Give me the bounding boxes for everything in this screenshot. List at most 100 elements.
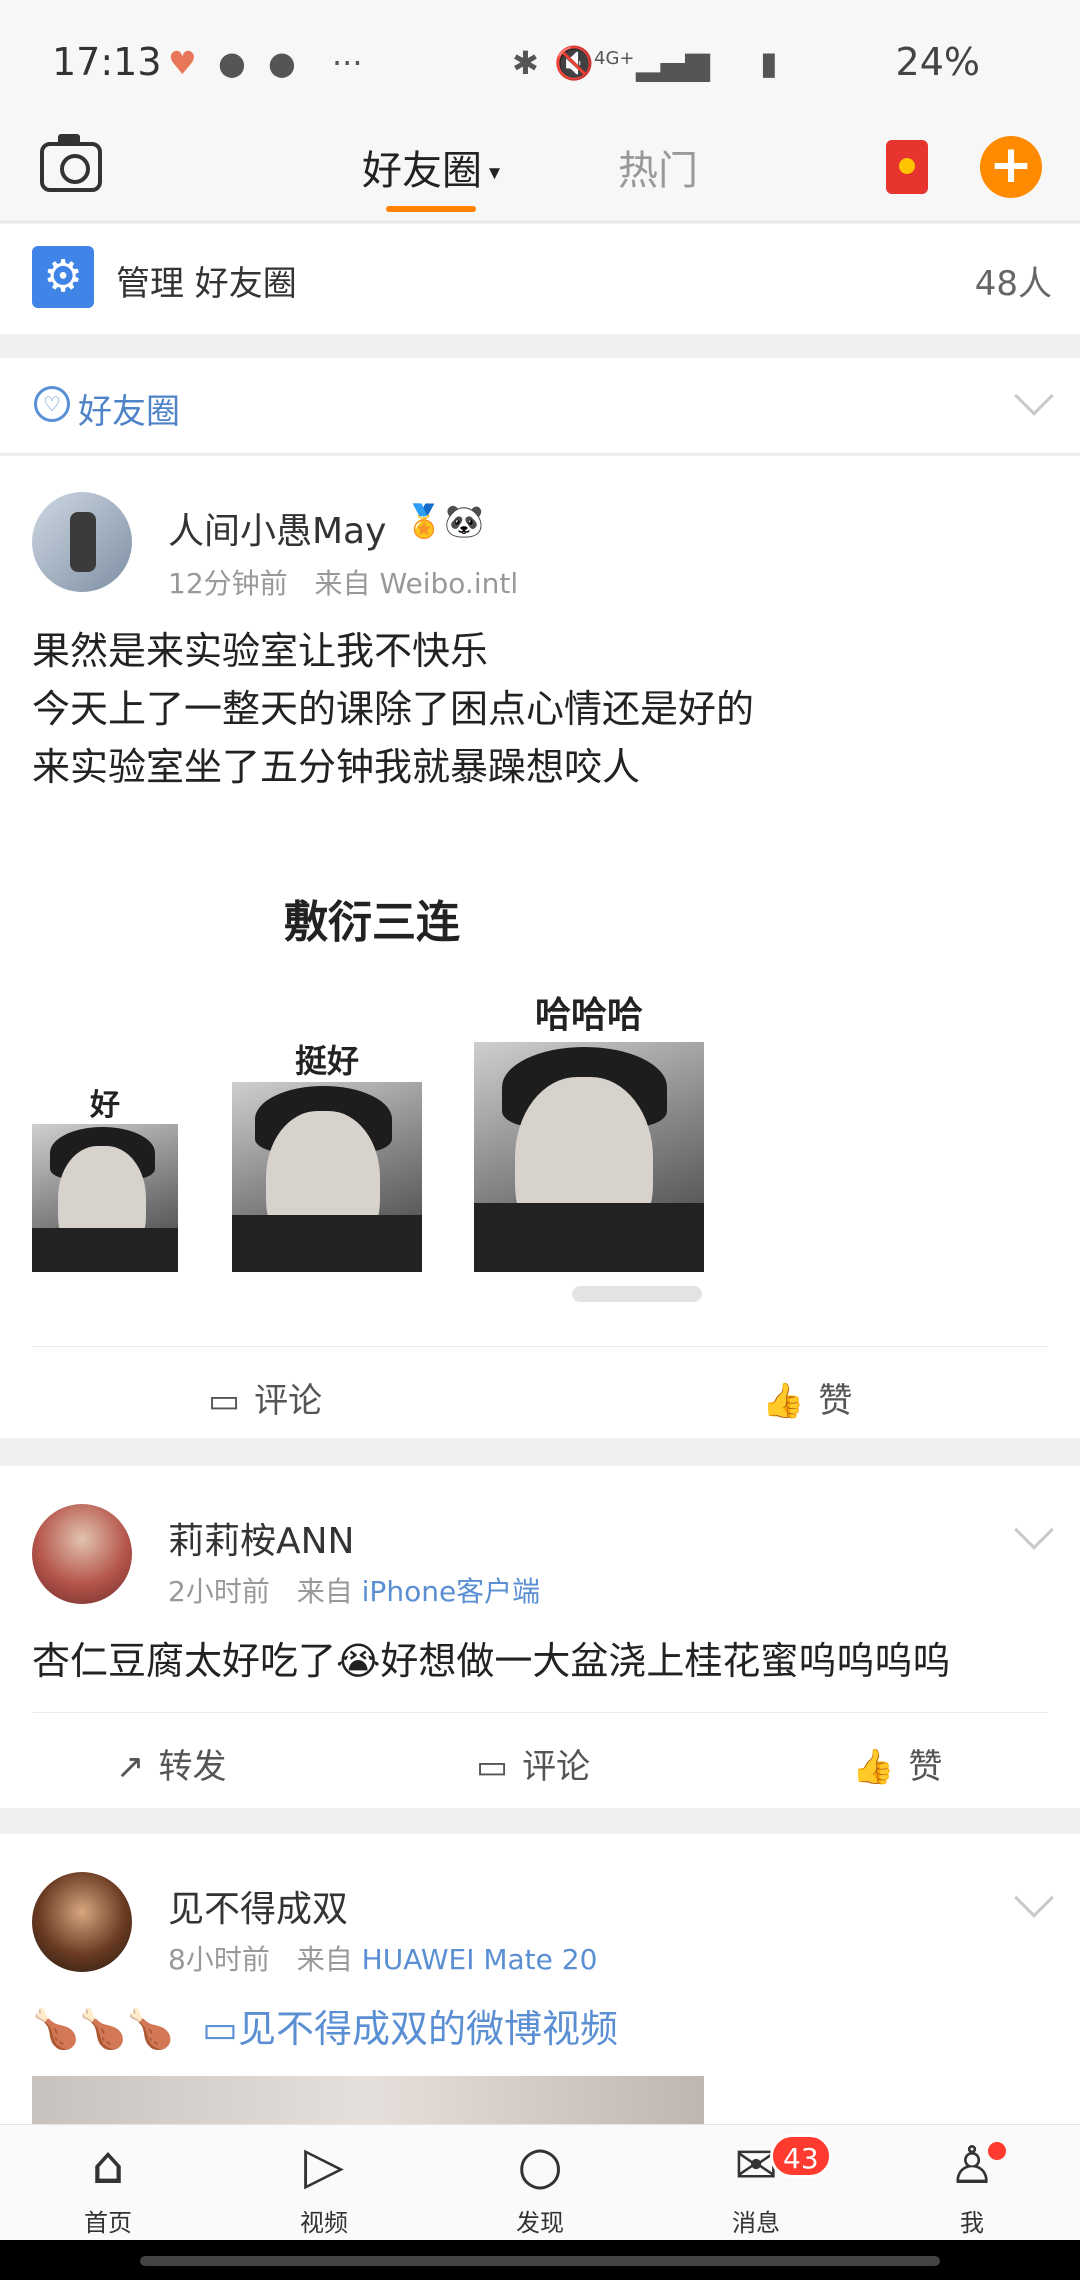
post-username[interactable]: 见不得成双 bbox=[168, 1880, 348, 1932]
repost-label: 转发 bbox=[158, 1747, 227, 1787]
manage-label: 管理 好友圈 bbox=[116, 264, 297, 304]
filter-label: 好友圈 bbox=[78, 392, 180, 432]
post-card: 人间小愚May 🏅 🐼 12分钟前 来自 Weibo.intl 果然是来实验室让… bbox=[0, 456, 1080, 1438]
nav-home[interactable]: ⌂ 首页 bbox=[48, 2135, 168, 2238]
status-time: 17:13 bbox=[52, 40, 162, 84]
mute-icon: 🔇 bbox=[554, 44, 594, 82]
avatar[interactable] bbox=[32, 492, 132, 592]
post-emoji: 🍗🍗🍗 bbox=[32, 2007, 174, 2051]
post-username[interactable]: 莉莉桉ANN bbox=[168, 1512, 355, 1564]
avatar[interactable] bbox=[32, 1872, 132, 1972]
status-bar: 17:13 ♥ ● ● ··· ✱ 🔇 4G+ ▂▄▆ 24% ▮ bbox=[0, 0, 1080, 120]
post-source-prefix: 来自 bbox=[314, 567, 371, 600]
comment-button[interactable]: ▭ 评论 bbox=[208, 1373, 322, 1422]
active-tab-indicator bbox=[386, 206, 476, 212]
tab-hot[interactable]: 热门 bbox=[618, 138, 698, 196]
chevron-down-icon[interactable] bbox=[1014, 1510, 1054, 1550]
post-source-prefix: 来自 bbox=[296, 1943, 353, 1976]
thumbs-up-icon: 👍 bbox=[762, 1381, 805, 1421]
manage-friends-circle-bar[interactable]: ⚙ 管理 好友圈 48人 bbox=[0, 224, 1080, 334]
nav-home-label: 首页 bbox=[84, 2209, 132, 2237]
messages-badge: 43 bbox=[770, 2134, 832, 2178]
meme-title: 敷衍三连 bbox=[284, 897, 460, 948]
post-time: 2小时前 bbox=[168, 1575, 270, 1608]
nav-messages-label: 消息 bbox=[732, 2209, 780, 2237]
comment-label: 评论 bbox=[522, 1747, 591, 1787]
system-navigation-bar bbox=[0, 2240, 1080, 2280]
network-icon: 4G+ bbox=[594, 48, 635, 69]
post-action-bar: ↗ 转发 ▭ 评论 👍 赞 bbox=[32, 1712, 1048, 1808]
nav-video[interactable]: ▷ 视频 bbox=[264, 2135, 384, 2238]
watermark bbox=[572, 1286, 702, 1302]
post-source[interactable]: iPhone客户端 bbox=[362, 1575, 541, 1608]
chevron-down-icon[interactable] bbox=[1014, 376, 1054, 416]
like-button[interactable]: 👍 赞 bbox=[762, 1373, 852, 1422]
nav-me[interactable]: ♙ 我 bbox=[912, 2135, 1032, 2238]
post-card: 见不得成双 8小时前 来自 HUAWEI Mate 20 🍗🍗🍗 ▭见不得成双的… bbox=[0, 1834, 1080, 2124]
home-indicator[interactable] bbox=[140, 2256, 940, 2266]
post-time: 8小时前 bbox=[168, 1943, 270, 1976]
post-action-bar: ▭ 评论 👍 赞 bbox=[32, 1346, 1048, 1442]
meme-frame bbox=[474, 1042, 704, 1272]
like-label: 赞 bbox=[908, 1747, 943, 1787]
meme-frame bbox=[232, 1082, 422, 1272]
video-play-icon: ▷ bbox=[304, 2136, 344, 2196]
bluetooth-icon: ✱ bbox=[512, 44, 539, 82]
red-packet-icon[interactable] bbox=[886, 140, 928, 194]
health-icon: ♥ bbox=[168, 44, 197, 82]
post-source[interactable]: HUAWEI Mate 20 bbox=[362, 1943, 598, 1976]
post-image[interactable]: 敷衍三连 好 挺好 哈哈哈 bbox=[32, 836, 712, 1376]
video-thumbnail[interactable] bbox=[32, 2076, 704, 2124]
post-text-line: 果然是来实验室让我不快乐 bbox=[32, 629, 489, 673]
thumbs-up-icon: 👍 bbox=[852, 1747, 895, 1787]
comment-button[interactable]: ▭ 评论 bbox=[476, 1739, 590, 1788]
chevron-down-icon[interactable] bbox=[1014, 1878, 1054, 1918]
post-card: 莉莉桉ANN 2小时前 来自 iPhone客户端 杏仁豆腐太好吃了😭好想做一大盆… bbox=[0, 1466, 1080, 1808]
camera-icon[interactable] bbox=[40, 134, 102, 192]
like-button[interactable]: 👍 赞 bbox=[852, 1739, 942, 1788]
wechat-icon: ● bbox=[218, 44, 246, 82]
battery-level: 24% bbox=[895, 40, 980, 84]
meme-caption: 挺好 bbox=[294, 1042, 359, 1080]
nav-discover[interactable]: ○ 发现 bbox=[480, 2135, 600, 2238]
video-link[interactable]: ▭见不得成双的微博视频 bbox=[202, 2007, 618, 2051]
tab-friends-circle[interactable]: 好友圈 ▾ bbox=[362, 138, 500, 196]
post-source-prefix: 来自 bbox=[296, 1575, 353, 1608]
caret-down-icon: ▾ bbox=[482, 160, 501, 186]
user-icon: ♙ bbox=[948, 2136, 996, 2196]
meme-caption: 好 bbox=[90, 1088, 120, 1123]
post-source: Weibo.intl bbox=[379, 567, 519, 600]
video-icon: ▭ bbox=[202, 2007, 238, 2051]
repost-icon: ↗ bbox=[116, 1747, 145, 1787]
group-filter-bar[interactable]: ♡ 好友圈 bbox=[0, 358, 1080, 454]
notification-dot bbox=[988, 2142, 1006, 2160]
post-text-line: 今天上了一整天的课除了困点心情还是好的 bbox=[32, 687, 755, 731]
post-meta: 8小时前 来自 HUAWEI Mate 20 bbox=[168, 1938, 597, 1978]
gear-icon: ⚙ bbox=[32, 246, 94, 308]
post-text: 杏仁豆腐太好吃了😭好想做一大盆浇上桂花蜜呜呜呜呜 bbox=[32, 1639, 951, 1683]
tab-friends-label: 好友圈 bbox=[362, 148, 482, 194]
avatar[interactable] bbox=[32, 1504, 132, 1604]
post-text: 果然是来实验室让我不快乐 今天上了一整天的课除了困点心情还是好的 来实验室坐了五… bbox=[32, 622, 754, 796]
home-icon: ⌂ bbox=[91, 2136, 125, 2196]
bottom-nav: ⌂ 首页 ▷ 视频 ○ 发现 ✉ 消息 ♙ 我 bbox=[0, 2124, 1080, 2240]
meme-frame bbox=[32, 1124, 178, 1272]
repost-button[interactable]: ↗ 转发 bbox=[116, 1739, 227, 1788]
comment-icon: ▭ bbox=[476, 1747, 509, 1787]
comment-icon: ▭ bbox=[208, 1381, 241, 1421]
wechat-icon-2: ● bbox=[268, 44, 296, 82]
post-username[interactable]: 人间小愚May bbox=[168, 502, 386, 554]
compose-plus-button[interactable]: + bbox=[980, 136, 1042, 198]
more-notifications-icon: ··· bbox=[332, 44, 363, 82]
nav-video-label: 视频 bbox=[300, 2209, 348, 2237]
battery-icon: ▮ bbox=[760, 44, 778, 82]
nav-discover-label: 发现 bbox=[516, 2209, 564, 2237]
nav-me-label: 我 bbox=[960, 2209, 984, 2237]
signal-icon: ▂▄▆ bbox=[636, 44, 710, 82]
post-meta: 12分钟前 来自 Weibo.intl bbox=[168, 562, 518, 602]
post-text-line: 来实验室坐了五分钟我就暴躁想咬人 bbox=[32, 745, 641, 789]
top-nav: 好友圈 ▾ 热门 + bbox=[0, 120, 1080, 222]
medal-badge-icon: 🏅 bbox=[404, 502, 444, 540]
comment-label: 评论 bbox=[254, 1381, 323, 1421]
member-count: 48人 bbox=[974, 264, 1052, 304]
